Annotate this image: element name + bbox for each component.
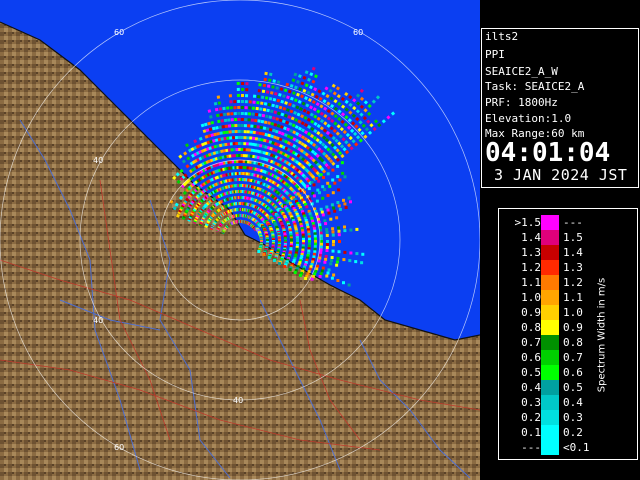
legend-row: 0.2 0.3 — [499, 410, 637, 425]
legend-lower-value: 0.5 — [521, 366, 541, 379]
legend-lower-value: >1.5 — [514, 216, 542, 229]
ring-label: 60 — [114, 443, 124, 452]
legend-swatch — [541, 230, 559, 245]
ring-label: 60 — [114, 28, 124, 37]
radar-ppi-map: 60 60 40 40 40 60 — [0, 0, 480, 480]
legend-swatch — [541, 365, 559, 380]
legend-lower-value: 1.1 — [521, 276, 541, 289]
legend-row: 0.3 0.4 — [499, 395, 637, 410]
legend-upper-value: 0.2 — [563, 426, 583, 439]
legend-row: 0.6 0.7 — [499, 350, 637, 365]
legend-swatch — [541, 380, 559, 395]
legend-lower-value: 1.0 — [521, 291, 541, 304]
legend-row: 1.2 1.3 — [499, 260, 637, 275]
legend-upper-value: 0.6 — [563, 366, 583, 379]
task-label: Task: SEAICE2_A — [485, 80, 585, 93]
legend-lower-value: 0.1 — [521, 426, 541, 439]
legend-upper-value: 0.7 — [563, 351, 583, 364]
legend-lower-value: 0.4 — [521, 381, 541, 394]
legend-lower-value: 0.6 — [521, 351, 541, 364]
legend-row: 0.5 0.6 — [499, 365, 637, 380]
legend-swatch — [541, 395, 559, 410]
ring-label: 40 — [233, 396, 243, 405]
elevation-label: Elevation:1.0 — [485, 112, 572, 125]
legend-lower-value: 1.3 — [521, 246, 541, 259]
legend-title: Spectrum Width in m/s — [596, 277, 608, 393]
legend-swatch — [541, 305, 559, 320]
legend-upper-value: 0.5 — [563, 381, 583, 394]
legend-swatch — [541, 410, 559, 425]
legend-row: 0.9 1.0 — [499, 305, 637, 320]
legend-lower-value: 0.7 — [521, 336, 541, 349]
legend-swatch — [541, 320, 559, 335]
legend-row: 0.4 0.5 — [499, 380, 637, 395]
legend-swatch — [541, 245, 559, 260]
scan-type: PPI — [485, 48, 505, 61]
legend-lower-value: 1.2 — [521, 261, 541, 274]
legend-lower-value: 0.2 — [521, 411, 541, 424]
color-legend: >1.5 --- 1.4 1.5 1.3 1.4 1.2 1.3 1.1 1.2 1.0 1.1 0.9… — [498, 208, 638, 460]
legend-lower-value: 1.4 — [521, 231, 541, 244]
legend-row: 1.4 1.5 — [499, 230, 637, 245]
legend-row: 1.0 1.1 — [499, 290, 637, 305]
ring-label: 40 — [93, 156, 103, 165]
legend-row: 0.1 0.2 — [499, 425, 637, 440]
legend-swatch — [541, 335, 559, 350]
legend-swatch — [541, 290, 559, 305]
scan-name: SEAICE2_A_W — [485, 65, 558, 78]
legend-lower-value: 0.3 — [521, 396, 541, 409]
legend-row: 0.8 0.9 — [499, 320, 637, 335]
legend-upper-value: 0.3 — [563, 411, 583, 424]
radar-info-panel: ilts2 PPI SEAICE2_A_W Task: SEAICE2_A PR… — [481, 28, 639, 188]
legend-row: >1.5 --- — [499, 215, 637, 230]
legend-swatch — [541, 215, 559, 230]
legend-swatch — [541, 425, 559, 440]
legend-row: --- <0.1 — [499, 440, 637, 455]
legend-row: 1.3 1.4 — [499, 245, 637, 260]
legend-upper-value: 0.8 — [563, 336, 583, 349]
legend-upper-value: 1.0 — [563, 306, 583, 319]
legend-row: 0.7 0.8 — [499, 335, 637, 350]
legend-upper-value: 1.2 — [563, 276, 583, 289]
radar-name: ilts2 — [485, 30, 519, 43]
legend-lower-value: 0.9 — [521, 306, 541, 319]
scan-time: 04:01:04 — [485, 138, 611, 168]
legend-upper-value: 0.4 — [563, 396, 583, 409]
legend-row: 1.1 1.2 — [499, 275, 637, 290]
legend-upper-value: <0.1 — [563, 441, 590, 454]
radar-display: 60 60 40 40 40 60 ilts2 PPI SEAICE2_A_W … — [0, 0, 640, 480]
ring-label: 40 — [93, 316, 103, 325]
legend-upper-value: 1.5 — [563, 231, 583, 244]
legend-upper-value: 0.9 — [563, 321, 583, 334]
legend-upper-value: 1.1 — [563, 291, 583, 304]
legend-lower-value: 0.8 — [521, 321, 541, 334]
ring-label: 60 — [353, 28, 363, 37]
legend-upper-value: --- — [563, 216, 583, 229]
prf-label: PRF: 1800Hz — [485, 96, 558, 109]
legend-swatch — [541, 350, 559, 365]
legend-swatch — [541, 440, 559, 455]
legend-upper-value: 1.3 — [563, 261, 583, 274]
legend-lower-value: --- — [521, 441, 541, 454]
legend-swatch — [541, 260, 559, 275]
legend-upper-value: 1.4 — [563, 246, 583, 259]
scan-date: 3 JAN 2024 JST — [494, 166, 628, 184]
legend-swatch — [541, 275, 559, 290]
